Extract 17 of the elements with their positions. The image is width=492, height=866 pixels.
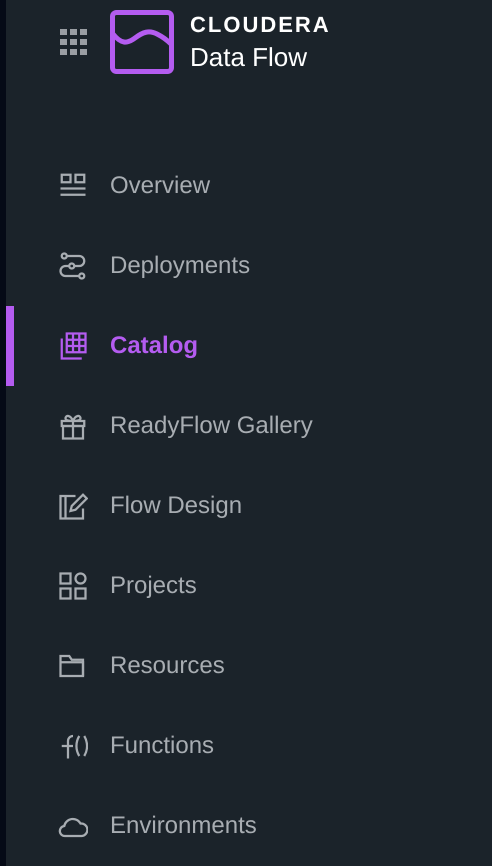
apps-icon: [58, 571, 88, 601]
app-grid-icon[interactable]: [60, 28, 88, 54]
nav-item[interactable]: Projects: [58, 568, 197, 604]
edit-icon: [58, 491, 88, 521]
nav-item[interactable]: Flow Design: [58, 488, 242, 524]
nav-item[interactable]: ReadyFlow Gallery: [58, 408, 313, 444]
route-icon: [58, 251, 88, 281]
company-name: CLOUDERA: [190, 14, 331, 36]
nav-item[interactable]: Overview: [58, 168, 210, 204]
nav-item[interactable]: Functions: [58, 728, 214, 764]
nav-item[interactable]: Environments: [58, 808, 257, 844]
nav-item[interactable]: Catalog: [58, 328, 198, 364]
product-name: Data Flow: [190, 44, 308, 70]
nav-item[interactable]: Deployments: [58, 248, 250, 284]
grid-stack-icon: [58, 331, 88, 361]
nav-item[interactable]: Resources: [58, 648, 225, 684]
logo-icon: [110, 10, 174, 74]
